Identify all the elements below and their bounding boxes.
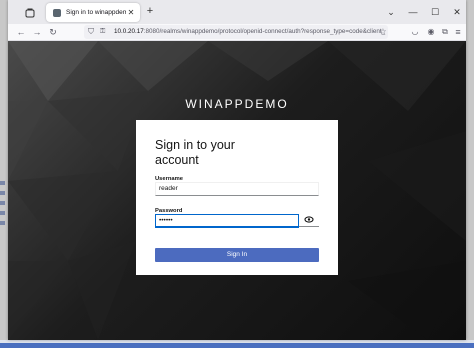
username-field[interactable]: reader (155, 182, 319, 196)
plus-icon[interactable]: + (144, 5, 156, 17)
navigation-bar: ← → ↻ ⛉ ⚿ 10.0.20.17:8080/realms/winappd… (8, 24, 466, 41)
desktop-left-edge (0, 0, 8, 348)
extensions-icon[interactable]: ⧉ (438, 25, 452, 39)
login-page: WINAPPDEMO Sign in to your account Usern… (8, 41, 466, 340)
eye-icon[interactable] (299, 213, 319, 227)
maximize-icon[interactable]: ☐ (428, 5, 442, 19)
chevron-down-icon[interactable]: ⌄ (384, 5, 398, 19)
shield-icon[interactable]: ⛉ (88, 25, 98, 39)
tab-bar: Sign in to winappdemo ✕ + ⌄ — ☐ ✕ (8, 0, 466, 24)
login-heading: Sign in to your account (155, 138, 235, 167)
back-arrow-icon[interactable]: ← (14, 25, 28, 39)
login-card: Sign in to your account Username reader … (136, 120, 338, 275)
password-field[interactable]: •••••• (155, 214, 299, 228)
desktop-taskbar (0, 340, 474, 348)
account-icon[interactable]: ◉ (424, 25, 438, 39)
tab-favicon-icon (53, 8, 61, 17)
star-icon[interactable]: ☆ (376, 25, 390, 39)
browser-window: Sign in to winappdemo ✕ + ⌄ — ☐ ✕ ← → ↻ … (8, 0, 466, 340)
desktop-right-edge (466, 0, 474, 348)
active-tab[interactable]: Sign in to winappdemo ✕ (46, 3, 140, 22)
realm-name: WINAPPDEMO (185, 97, 289, 111)
forward-arrow-icon[interactable]: → (30, 25, 44, 39)
sign-in-button[interactable]: Sign In (155, 248, 319, 262)
tab-close-icon[interactable]: ✕ (126, 8, 136, 18)
minimize-icon[interactable]: — (406, 5, 420, 19)
url-host: 10.0.20.17 (114, 28, 144, 35)
pocket-icon[interactable]: ◡ (408, 25, 422, 39)
hamburger-menu-icon[interactable]: ≡ (451, 25, 465, 39)
tab-title: Sign in to winappdemo (66, 9, 126, 16)
url-path: :8080/realms/winappdemo/protocol/openid-… (143, 28, 386, 35)
close-icon[interactable]: ✕ (450, 5, 464, 19)
reload-icon[interactable]: ↻ (46, 25, 60, 39)
url-bar[interactable]: ⛉ ⚿ 10.0.20.17:8080/realms/winappdemo/pr… (84, 25, 388, 39)
lock-icon[interactable]: ⚿ (100, 25, 110, 39)
tab-overview-icon[interactable] (24, 6, 36, 18)
